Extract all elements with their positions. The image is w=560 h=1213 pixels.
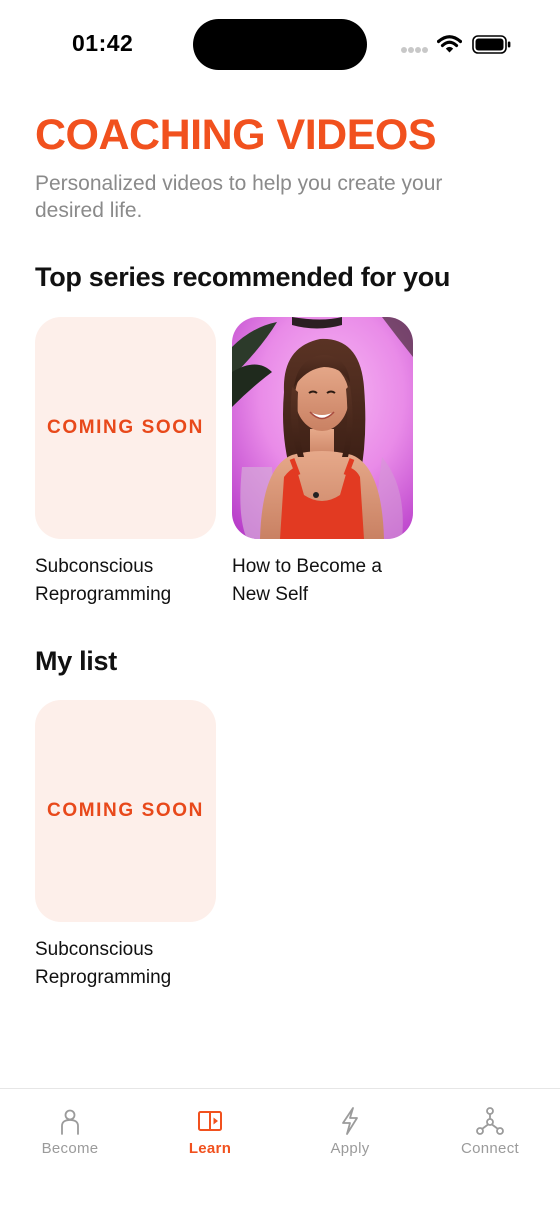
bottom-tab-bar: Become Learn Apply Connect xyxy=(0,1088,560,1213)
battery-icon xyxy=(472,35,511,54)
page-title: COACHING VIDEOS xyxy=(35,111,437,159)
status-time: 01:42 xyxy=(72,30,134,56)
book-play-icon xyxy=(198,1111,222,1131)
tab-label: Apply xyxy=(330,1140,370,1157)
tab-label: Become xyxy=(41,1140,99,1157)
series-card-title: Subconscious Reprogramming xyxy=(35,556,172,605)
coming-soon-label: COMING SOON xyxy=(47,417,204,438)
coming-soon-label: COMING SOON xyxy=(47,800,204,821)
series-thumbnail-placeholder[interactable]: COMING SOON xyxy=(35,700,216,922)
dynamic-island xyxy=(193,19,367,70)
series-thumbnail-photo[interactable] xyxy=(232,317,413,539)
my-list-card[interactable]: COMING SOON Subconscious Reprogramming xyxy=(35,700,216,992)
tab-become[interactable]: Become xyxy=(0,1089,140,1179)
series-card[interactable]: How to Become a New Self xyxy=(232,317,413,609)
tab-label: Learn xyxy=(188,1140,232,1157)
network-icon xyxy=(476,1107,504,1135)
woman-in-red-top-photo xyxy=(232,317,413,539)
series-thumbnail-placeholder[interactable]: COMING SOON xyxy=(35,317,216,539)
person-icon xyxy=(61,1109,79,1135)
tab-connect[interactable]: Connect xyxy=(420,1089,560,1179)
wifi-icon xyxy=(437,35,462,53)
series-card[interactable]: COMING SOON Subconscious Reprogramming xyxy=(35,317,216,609)
section-title-my-list: My list xyxy=(35,646,117,676)
tab-label: Connect xyxy=(461,1140,519,1157)
cellular-signal-icon xyxy=(401,47,428,53)
tab-apply[interactable]: Apply xyxy=(280,1089,420,1179)
page-subtitle: Personalized videos to help you create y… xyxy=(35,172,443,222)
my-list-card-title: Subconscious Reprogramming xyxy=(35,939,172,988)
tab-learn[interactable]: Learn xyxy=(140,1089,280,1179)
section-title-top-series: Top series recommended for you xyxy=(35,262,451,292)
lightning-icon xyxy=(342,1107,358,1135)
status-bar: 01:42 xyxy=(0,0,560,90)
series-card-title: How to Become a New Self xyxy=(232,556,382,605)
